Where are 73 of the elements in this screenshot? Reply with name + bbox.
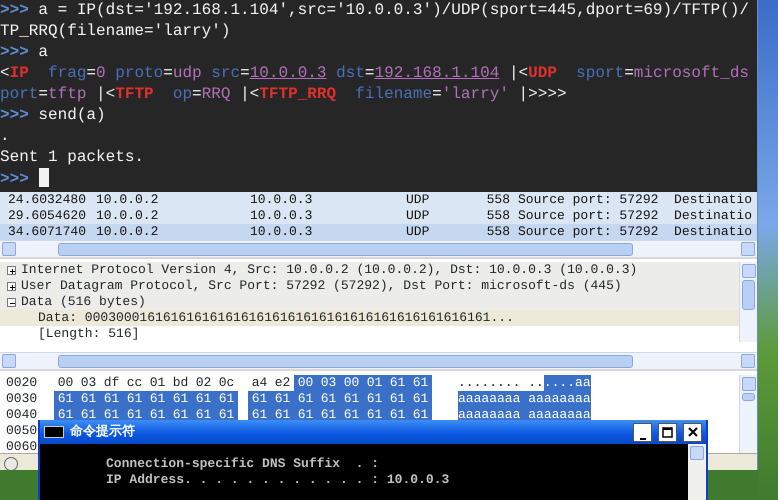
hex-byte: 00 — [294, 375, 317, 391]
terminal-line: . — [0, 126, 10, 147]
hex-byte: 01 — [363, 375, 386, 391]
tree-item[interactable]: Data (516 bytes) — [21, 294, 146, 310]
hex-byte: a4 — [250, 375, 268, 391]
hex-byte: 61 — [100, 391, 123, 407]
hex-offset: 0050 — [5, 423, 38, 439]
close-button[interactable] — [683, 422, 702, 442]
hex-byte: df — [102, 375, 120, 391]
terminal-line: >>> a = IP(dst='192.168.1.104',src='10.0.0.3')/UDP(sport=445,dport=69)/TFTP()/ — [0, 0, 749, 21]
terminal-line: <IP frag=0 proto=udp src=10.0.0.3 dst=192.168.1.104 |<UDP sport=microsoft_ds — [0, 63, 750, 84]
horizontal-scrollbar[interactable] — [0, 352, 757, 369]
maximize-icon — [662, 426, 673, 438]
hex-byte: 61 — [386, 391, 409, 407]
hex-byte: 00 — [56, 375, 74, 391]
tree-item[interactable]: Data: 0003000161616161616161616161616161616161616161616161... — [0, 310, 739, 326]
hex-byte: 61 — [317, 391, 340, 407]
minimize-icon — [638, 438, 646, 440]
ascii-text: ........ .. — [458, 375, 544, 391]
terminal-line: TP_RRQ(filename='larry') — [0, 21, 230, 42]
console-line: IP Address. . . . . . . . . . . . : 10.0.0.3 — [106, 472, 450, 488]
hex-byte: e2 — [274, 375, 292, 391]
hex-byte: bd — [172, 375, 190, 391]
hex-byte: 61 — [409, 375, 432, 391]
hex-byte: cc — [126, 375, 144, 391]
vertical-scrollbar[interactable] — [739, 262, 757, 342]
hex-byte: 03 — [317, 375, 340, 391]
console-line: Connection-specific DNS Suffix . : — [106, 456, 380, 472]
terminal-line: >>> — [0, 168, 49, 190]
packet-row[interactable]: 34.6071740 10.0.0.2 10.0.0.3 UDP 558 Source port: 57292 Destinatio — [0, 224, 757, 240]
hex-byte: 61 — [248, 391, 271, 407]
hex-byte: 01 — [148, 375, 166, 391]
hex-byte: 61 — [409, 391, 432, 407]
vertical-scrollbar[interactable] — [688, 444, 706, 500]
hex-byte: 61 — [146, 391, 169, 407]
hex-byte: 61 — [123, 391, 146, 407]
terminal-line: port=tftp |<TFTP op=RRQ |<TFTP_RRQ filename='larry' |>>>> — [0, 84, 567, 105]
hex-byte: 61 — [271, 391, 294, 407]
console-icon — [44, 426, 64, 438]
ascii-text: ....aa — [544, 375, 591, 391]
horizontal-scrollbar[interactable] — [0, 240, 757, 257]
hex-byte: 61 — [294, 391, 317, 407]
hex-byte: 61 — [169, 391, 192, 407]
packet-row[interactable]: 24.6032480 10.0.0.2 10.0.0.3 UDP 558 Source port: 57292 Destinatio — [0, 192, 757, 208]
hex-byte: 61 — [215, 391, 238, 407]
terminal-line: Sent 1 packets. — [0, 147, 144, 168]
hex-byte: 61 — [77, 391, 100, 407]
collapse-icon[interactable] — [7, 298, 16, 306]
expand-icon[interactable] — [7, 282, 16, 290]
hex-byte: 00 — [340, 375, 363, 391]
hex-offset: 0040 — [5, 407, 38, 423]
hex-byte: 61 — [363, 391, 386, 407]
hex-byte: 0c — [218, 375, 236, 391]
ascii-text: aaaaaaaa aaaaaaaa — [458, 391, 591, 407]
minimize-button[interactable] — [633, 422, 652, 442]
terminal-line: >>> a — [0, 42, 48, 63]
maximize-button[interactable] — [658, 422, 677, 442]
hex-byte: 02 — [194, 375, 212, 391]
hex-byte: 61 — [386, 375, 409, 391]
hex-byte: 61 — [340, 391, 363, 407]
packet-row[interactable]: 29.6054620 10.0.0.2 10.0.0.3 UDP 558 Source port: 57292 Destinatio — [0, 208, 757, 224]
window-title: 命令提示符 — [70, 423, 135, 442]
terminal-line: >>> send(a) — [0, 105, 106, 126]
expand-icon[interactable] — [7, 266, 16, 274]
hex-byte: 61 — [54, 391, 77, 407]
close-icon — [688, 427, 698, 438]
circle-icon[interactable] — [4, 456, 18, 470]
hex-offset: 0030 — [5, 391, 38, 407]
hex-offset: 0020 — [5, 375, 38, 391]
hex-offset: 0060 — [5, 439, 38, 455]
hex-byte: 61 — [192, 391, 215, 407]
hex-byte: 03 — [80, 375, 98, 391]
vertical-scrollbar[interactable] — [739, 375, 757, 453]
